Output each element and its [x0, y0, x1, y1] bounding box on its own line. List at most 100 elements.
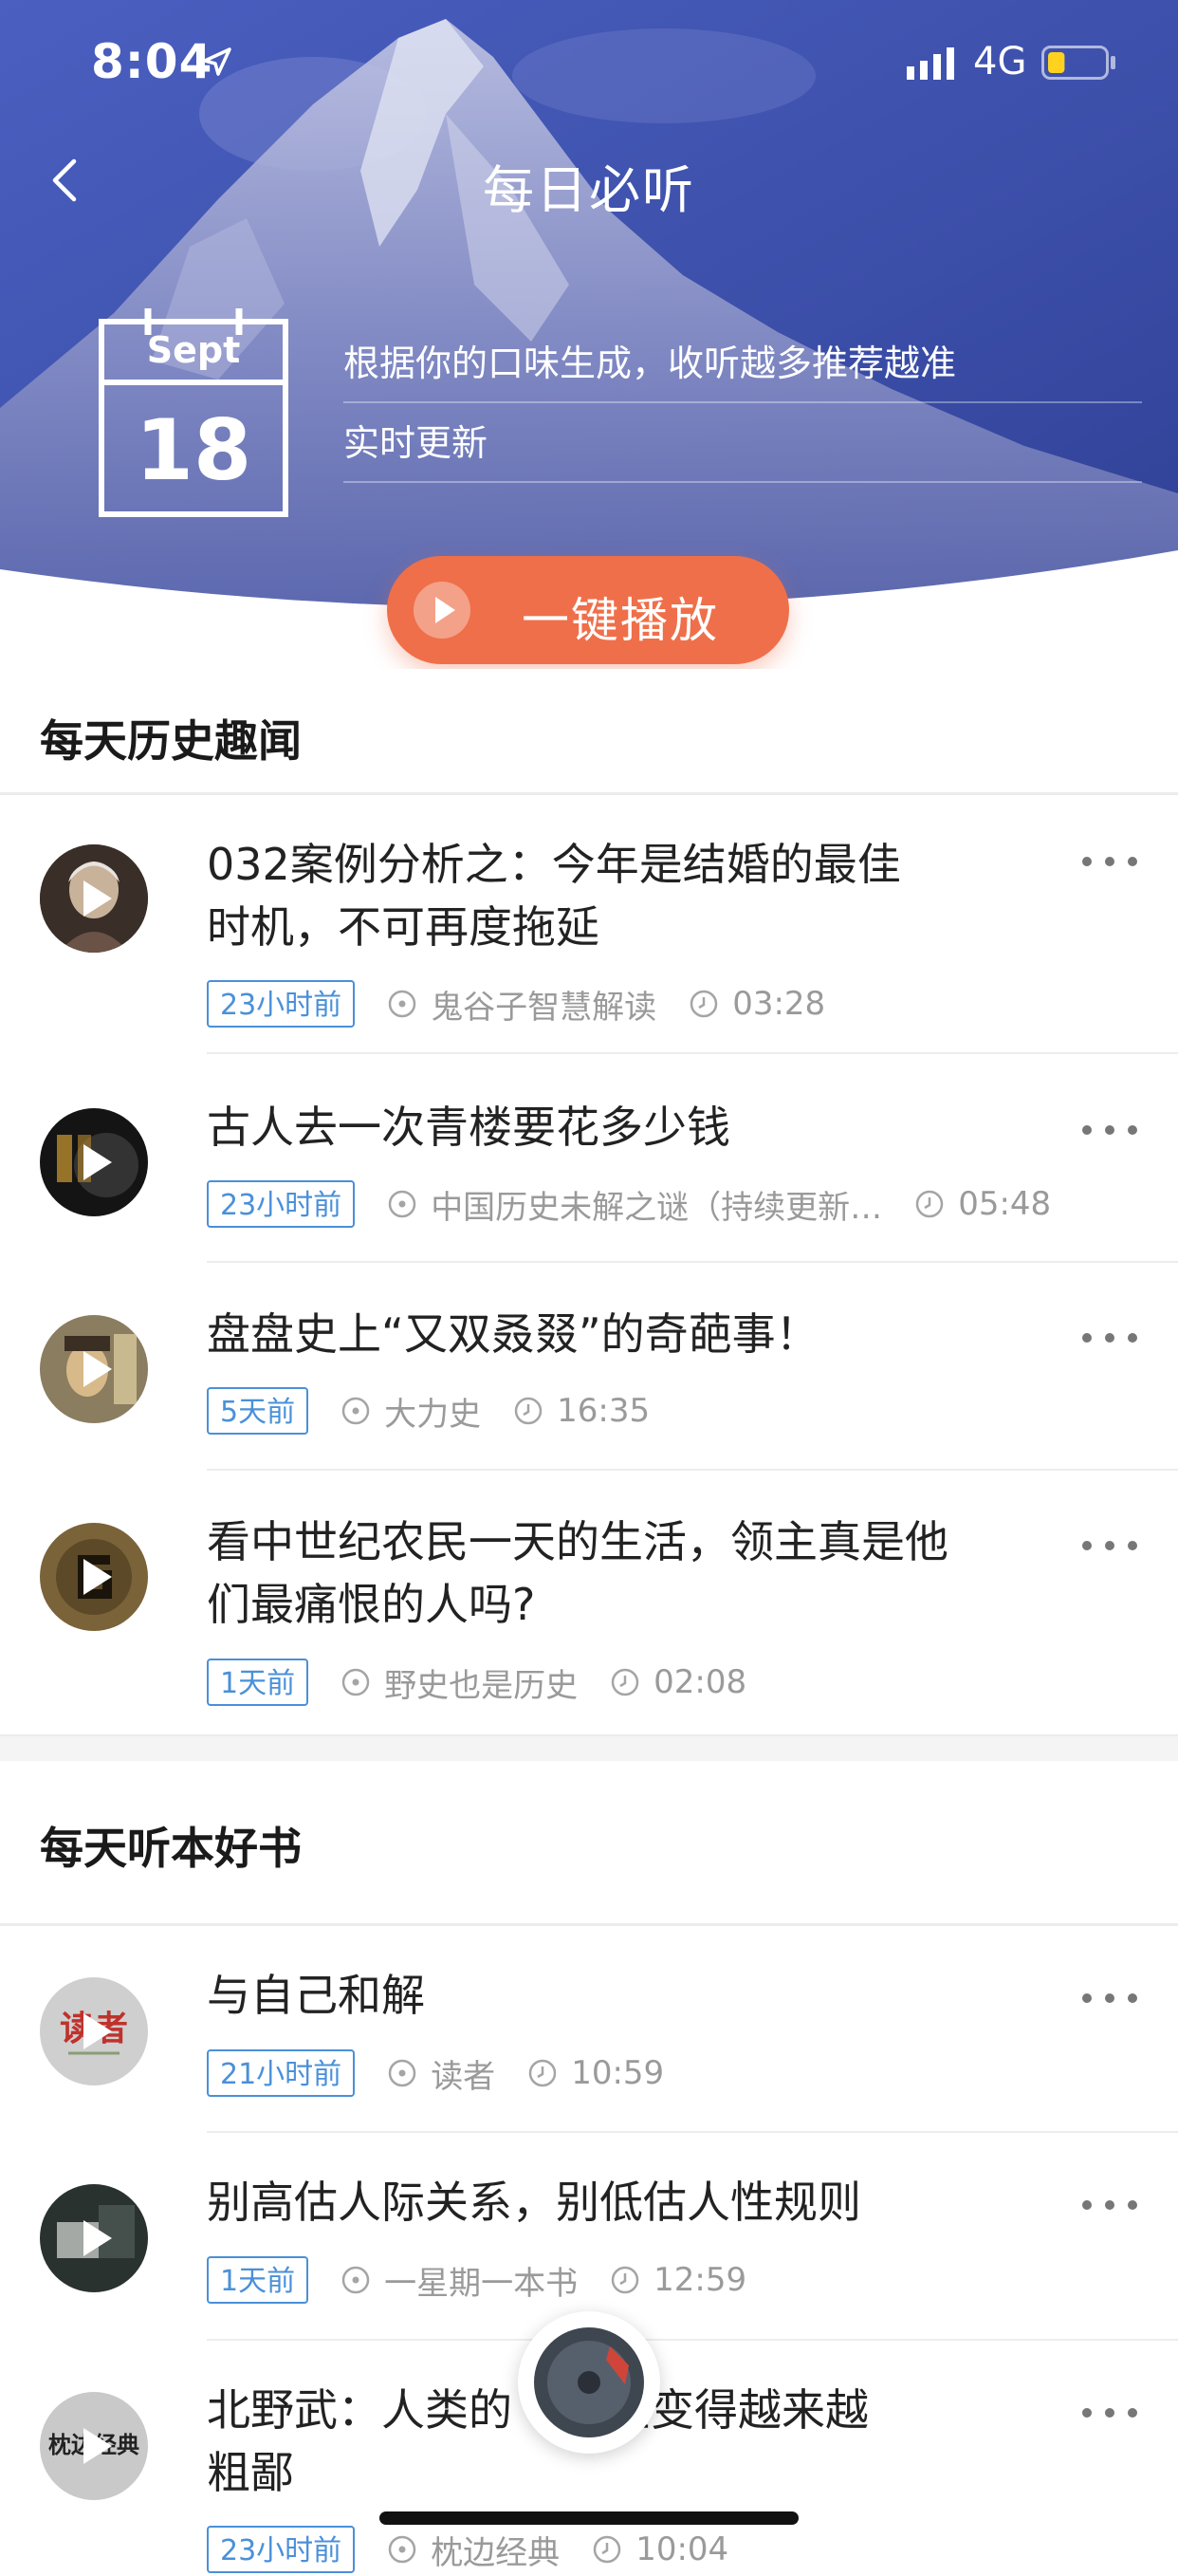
play-all-circle [414, 582, 470, 639]
clock-icon [915, 1190, 944, 1218]
time-badge: 23小时前 [207, 2526, 356, 2573]
list-item[interactable]: 古人去一次青楼要花多少钱 23小时前 中国历史未解之谜（持续更新… 05:48 [0, 1054, 1178, 1263]
section-header-books: 每天听本好书 [0, 1761, 1178, 1926]
play-all-button[interactable]: 一键播放 [387, 556, 789, 664]
page-title: 每日必听 [483, 160, 695, 220]
more-icon[interactable] [1079, 1328, 1140, 1347]
clock-icon [611, 1668, 639, 1696]
duration: 10:59 [527, 2054, 664, 2092]
list-item[interactable]: 看中世纪农民一天的生活，领主真是他 们最痛恨的人吗? 1天前 野史也是历史 02… [0, 1471, 1178, 1734]
source[interactable]: 野史也是历史 [341, 1659, 578, 1706]
source[interactable]: 大力史 [341, 1388, 481, 1435]
source-name: 大力史 [384, 1395, 482, 1434]
source-name: 枕边经典 [431, 2533, 561, 2572]
time-badge: 23小时前 [207, 980, 356, 1028]
play-icon[interactable] [40, 1315, 148, 1423]
item-meta: 1天前 野史也是历史 02:08 [207, 1656, 746, 1709]
item-meta: 21小时前 读者 10:59 [207, 2047, 664, 2100]
duration-text: 10:04 [635, 2530, 729, 2568]
time-badge: 21小时前 [207, 2049, 356, 2097]
play-icon[interactable] [40, 2392, 148, 2500]
play-icon[interactable] [40, 844, 148, 953]
clock-icon [611, 2266, 639, 2294]
location-arrow-icon [203, 47, 231, 76]
more-icon[interactable] [1079, 2196, 1140, 2215]
source-name: 中国历史未解之谜（持续更新… [431, 1188, 883, 1227]
more-icon[interactable] [1079, 1989, 1140, 2008]
item-title: 古人去一次青楼要花多少钱 [207, 1096, 1022, 1158]
clock-icon [514, 1397, 543, 1425]
calendar-day: 18 [135, 401, 252, 499]
status-time: 8:04 [91, 34, 213, 89]
source-icon [388, 990, 416, 1018]
source-icon [341, 2266, 370, 2294]
source-icon [341, 1397, 370, 1425]
source-icon [388, 2059, 416, 2087]
duration: 02:08 [610, 1663, 746, 1701]
list-item[interactable]: 别高估人际关系，别低估人性规则 1天前 一星期一本书 12:59 [0, 2133, 1178, 2341]
play-icon[interactable] [40, 1108, 148, 1216]
item-title-line: 别高估人际关系，别低估人性规则 [207, 2177, 861, 2228]
section-title: 每天听本好书 [40, 1823, 302, 1874]
item-title-line: 们最痛恨的人吗? [207, 1579, 536, 1630]
source[interactable]: 中国历史未解之谜（持续更新… [387, 1181, 882, 1228]
cover-image [40, 1523, 148, 1631]
more-icon[interactable] [1079, 1121, 1140, 1140]
source-icon [388, 1190, 416, 1218]
item-title-line: 与自己和解 [207, 1970, 425, 2021]
cover-image [40, 1315, 148, 1423]
duration-text: 16:35 [557, 1392, 651, 1430]
item-title-line: 看中世纪农民一天的生活，领主真是他 [207, 1516, 948, 1567]
more-icon[interactable] [1079, 2403, 1140, 2422]
more-icon[interactable] [1079, 852, 1140, 871]
now-playing-cover [534, 2327, 644, 2437]
clock-icon [593, 2535, 621, 2564]
list-item[interactable]: 盘盘史上“又双叒叕”的奇葩事！ 5天前 大力史 16:35 [0, 1263, 1178, 1471]
duration: 05:48 [914, 1185, 1051, 1223]
play-icon[interactable] [40, 2184, 148, 2292]
item-title: 别高估人际关系，别低估人性规则 [207, 2171, 1022, 2233]
item-title: 看中世纪农民一天的生活，领主真是他 们最痛恨的人吗? [207, 1510, 1022, 1636]
source[interactable]: 读者 [387, 2050, 495, 2097]
duration: 12:59 [610, 2261, 746, 2299]
floating-player-button[interactable] [518, 2311, 660, 2454]
item-title: 盘盘史上“又双叒叕”的奇葩事！ [207, 1303, 1022, 1365]
item-meta: 23小时前 中国历史未解之谜（持续更新… 05:48 [207, 1177, 1051, 1231]
play-icon[interactable] [40, 1523, 148, 1631]
duration-text: 10:59 [571, 2054, 665, 2092]
signal-icon [907, 47, 954, 80]
list-item[interactable]: 读者 与自己和解 21小时前 读者 10:59 [0, 1926, 1178, 2133]
source[interactable]: 鬼谷子智慧解读 [387, 981, 656, 1028]
source[interactable]: 枕边经典 [387, 2527, 560, 2573]
item-meta: 23小时前 枕边经典 10:04 [207, 2523, 728, 2576]
duration: 16:35 [513, 1392, 650, 1430]
item-title-line: 古人去一次青楼要花多少钱 [207, 1102, 730, 1153]
source-name: 一星期一本书 [384, 2264, 579, 2303]
play-all-label: 一键播放 [522, 593, 719, 648]
section-header-history: 每天历史趣闻 [0, 669, 1178, 795]
more-icon[interactable] [1079, 1536, 1140, 1555]
clock-icon [528, 2059, 557, 2087]
source-icon [388, 2535, 416, 2564]
item-title-line: 时机，不可再度拖延 [207, 901, 599, 953]
cover-image [40, 1108, 148, 1216]
duration-text: 12:59 [653, 2261, 747, 2299]
section-title: 每天历史趣闻 [40, 715, 302, 767]
calendar-month: Sept [146, 329, 241, 371]
source[interactable]: 一星期一本书 [341, 2257, 578, 2304]
duration-text: 03:28 [732, 985, 826, 1023]
clock-icon [690, 990, 718, 1018]
play-icon[interactable] [40, 1977, 148, 2085]
item-title: 032案例分析之：今年是结婚的最佳 时机，不可再度拖延 [207, 833, 1022, 958]
item-title-line: 粗鄙 [207, 2447, 294, 2498]
status-bar: 8:04 4G [0, 0, 1178, 125]
item-meta: 1天前 一星期一本书 12:59 [207, 2253, 746, 2307]
time-badge: 1天前 [207, 2256, 309, 2304]
info-line-2: 实时更新 [343, 403, 1142, 483]
list-item[interactable]: 032案例分析之：今年是结婚的最佳 时机，不可再度拖延 23小时前 鬼谷子智慧解… [0, 795, 1178, 1054]
duration-text: 02:08 [653, 1663, 747, 1701]
section-gap [0, 1734, 1178, 1761]
time-badge: 5天前 [207, 1387, 309, 1435]
info-line-1: 根据你的口味生成，收听越多推荐越准 [343, 324, 1142, 403]
item-title-line: 盘盘史上“又双叒叕”的奇葩事！ [207, 1308, 819, 1360]
